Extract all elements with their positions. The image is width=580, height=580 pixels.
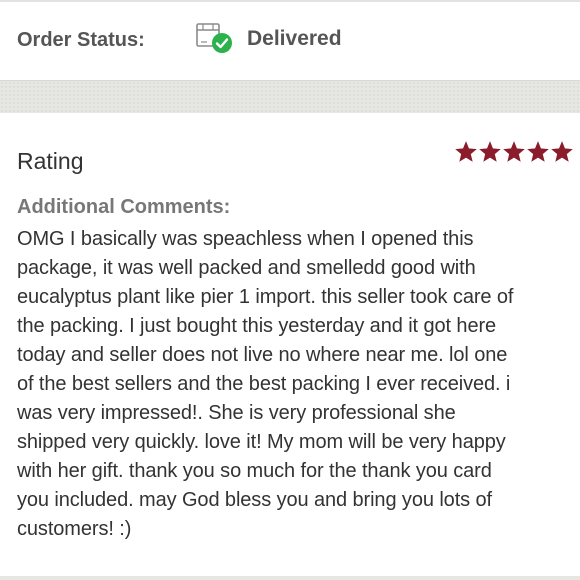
rating-panel: Rating Additional Comments: OMG I basica… — [0, 113, 580, 580]
star-icon — [503, 141, 525, 162]
comment-line: package, it was well packed and smelledd… — [17, 257, 476, 279]
comment-line: customers! :) — [17, 518, 132, 540]
star-icon — [455, 141, 477, 162]
star-icon — [551, 141, 573, 162]
comments-label: Additional Comments: — [17, 196, 231, 218]
comment-line: with her gift. thank you so much for the… — [17, 460, 492, 482]
comment-line: shipped very quickly. love it! My mom wi… — [17, 431, 506, 453]
order-status-label: Order Status: — [17, 29, 145, 51]
order-status-value: Delivered — [247, 27, 342, 50]
bottom-border — [0, 576, 580, 580]
comment-line: was very impressed!. She is very profess… — [17, 402, 456, 424]
comment-line: of the best sellers and the best packing… — [17, 373, 511, 395]
section-divider — [0, 80, 580, 114]
comment-line: the packing. I just bought this yesterda… — [17, 315, 497, 337]
star-icon — [527, 141, 549, 162]
comment-line: today and seller does not live no where … — [17, 344, 508, 366]
star-icon — [479, 141, 501, 162]
rating-title: Rating — [17, 148, 84, 174]
order-status-panel: Order Status: Delivered — [0, 2, 580, 80]
star-rating — [455, 141, 573, 167]
package-delivered-icon — [195, 20, 235, 56]
comment-line: OMG I basically was speachless when I op… — [17, 228, 474, 250]
comment-line: eucalyptus plant like pier 1 import. thi… — [17, 286, 514, 308]
comment-line: you included. may God bless you and brin… — [17, 489, 492, 511]
comments-text: OMG I basically was speachless when I op… — [17, 225, 577, 544]
